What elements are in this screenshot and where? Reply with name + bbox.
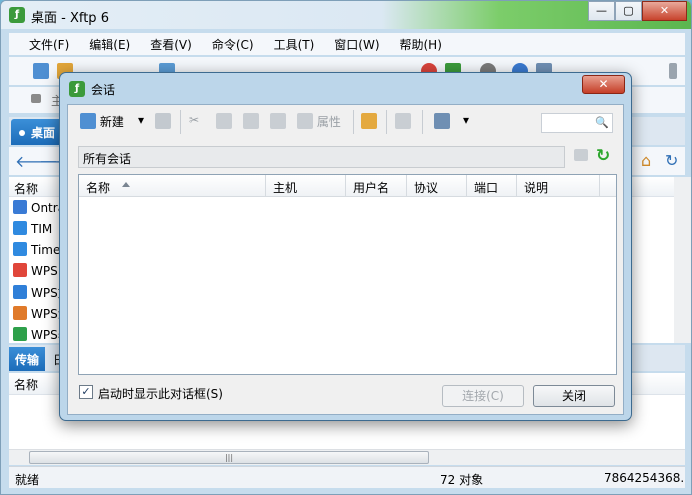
list-item-label: TIM (31, 222, 53, 236)
tab-desktop-label: 桌面 (31, 126, 56, 140)
cut-icon[interactable]: ✂ (189, 113, 199, 133)
dialog-titlebar: ƒ 会话 ✕ (60, 73, 631, 103)
status-object-count: 72 对象 (440, 473, 484, 487)
xftp-app-icon: ƒ (9, 7, 25, 23)
dialog-title: 会话 (91, 83, 116, 97)
shortcut-icon (13, 221, 27, 235)
main-titlebar: ƒ 桌面 - Xftp 6 — ▢ ✕ (1, 1, 691, 29)
new-session-icon[interactable] (33, 63, 49, 79)
maximize-button[interactable]: ▢ (615, 1, 642, 21)
column-username[interactable]: 用户名 (346, 175, 407, 197)
tab-transfer[interactable]: 传输 (9, 347, 46, 371)
status-size: 7864254368. (604, 471, 685, 485)
toolbar-separator (180, 110, 181, 134)
column-name[interactable]: 名称 (79, 175, 266, 197)
menu-tools[interactable]: 工具(T) (274, 33, 315, 53)
search-icon: 🔍 (595, 116, 609, 129)
session-list-header: 名称 主机 用户名 协议 端口 说明 (79, 175, 616, 197)
minimize-button[interactable]: — (588, 1, 615, 21)
status-text: 就绪 (15, 473, 40, 487)
new-session-label: 新建 (99, 115, 124, 129)
session-list: 名称 主机 用户名 协议 端口 说明 (78, 174, 617, 375)
delete-icon[interactable] (270, 113, 286, 133)
view-mode-icon[interactable] (434, 113, 450, 133)
refresh-icon[interactable]: ↻ (665, 151, 678, 170)
refresh-sessions-icon[interactable]: ↻ (596, 146, 610, 166)
menu-help[interactable]: 帮助(H) (400, 33, 442, 53)
shortcut-icon (13, 242, 27, 256)
dialog-toolbar: 新建 ▾ ✂ 属性 ▾ 🔍 (68, 105, 623, 139)
new-dropdown-arrow-icon[interactable]: ▾ (138, 113, 144, 133)
menu-bar: 文件(F) 编辑(E) 查看(V) 命令(C) 工具(T) 窗口(W) 帮助(H) (9, 33, 685, 55)
view-dropdown-arrow-icon[interactable]: ▾ (463, 113, 469, 133)
status-bar: 就绪 72 对象 7864254368. (9, 466, 685, 488)
menu-file[interactable]: 文件(F) (29, 33, 69, 53)
main-window-title: 桌面 - Xftp 6 (31, 11, 109, 26)
horizontal-scroll-thumb[interactable]: ||| (29, 451, 429, 464)
menu-command[interactable]: 命令(C) (212, 33, 254, 53)
home-folder-icon[interactable]: ⌂ (641, 151, 651, 170)
shortcut-icon (13, 285, 27, 299)
tab-status-dot (19, 130, 25, 136)
paste-icon[interactable] (243, 113, 259, 133)
new-folder-icon[interactable] (361, 113, 377, 133)
new-session-icon (80, 113, 96, 129)
menu-edit[interactable]: 编辑(E) (89, 33, 130, 53)
show-on-startup-checkbox[interactable]: ✓ (79, 385, 93, 399)
horizontal-scrollbar[interactable]: ||| (9, 449, 685, 465)
connect-button[interactable]: 连接(C) (442, 385, 524, 407)
list-item-label: WPS (31, 264, 58, 278)
properties-button[interactable]: 属性 (297, 113, 341, 133)
shortcut-icon (13, 306, 27, 320)
session-search-input[interactable]: 🔍 (541, 113, 613, 133)
column-name-label: 名称 (86, 181, 111, 195)
toolbar-separator (422, 110, 423, 134)
open-session-icon[interactable] (155, 113, 171, 133)
properties-icon (297, 113, 313, 129)
lock-icon (31, 94, 41, 103)
rename-icon[interactable] (395, 113, 411, 133)
shortcut-icon (13, 263, 27, 277)
sort-ascending-icon (122, 182, 130, 187)
caption-buttons: — ▢ ✕ (588, 1, 687, 21)
close-window-button[interactable]: ✕ (642, 1, 687, 21)
show-on-startup-label[interactable]: 启动时显示此对话框(S) (98, 385, 223, 402)
new-session-button[interactable]: 新建 (80, 113, 124, 133)
parent-folder-icon[interactable] (574, 149, 588, 161)
shortcut-icon (13, 200, 27, 214)
shortcut-icon (13, 327, 27, 341)
column-protocol[interactable]: 协议 (407, 175, 467, 197)
file-list-vertical-scrollbar[interactable] (674, 177, 691, 343)
close-button[interactable]: 关闭 (533, 385, 615, 407)
menu-window[interactable]: 窗口(W) (334, 33, 379, 53)
xftp-app-icon: ƒ (69, 81, 85, 97)
copy-icon[interactable] (216, 113, 232, 133)
properties-label: 属性 (316, 115, 341, 129)
dialog-body: 新建 ▾ ✂ 属性 ▾ 🔍 所有会话 ↻ 名称 主机 用户名 协议 端口 说明 … (67, 104, 624, 415)
session-path-field[interactable]: 所有会话 (78, 146, 565, 168)
toolbar-overflow-icon[interactable] (669, 63, 677, 79)
column-host[interactable]: 主机 (266, 175, 346, 197)
toolbar-separator (353, 110, 354, 134)
dialog-close-icon[interactable]: ✕ (582, 75, 625, 94)
toolbar-separator (386, 110, 387, 134)
session-dialog: ƒ 会话 ✕ 新建 ▾ ✂ 属性 ▾ 🔍 所有会话 ↻ 名称 主机 用户名 协议… (59, 72, 632, 421)
column-description[interactable]: 说明 (517, 175, 600, 197)
menu-view[interactable]: 查看(V) (150, 33, 192, 53)
column-port[interactable]: 端口 (467, 175, 517, 197)
